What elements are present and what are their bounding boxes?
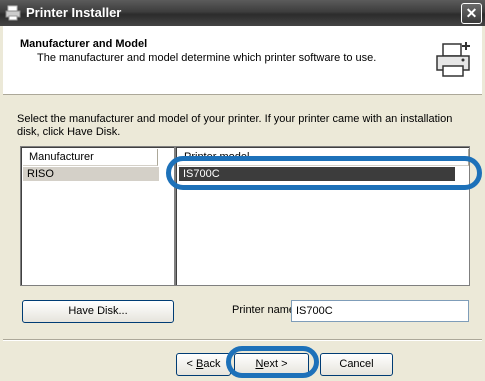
printer-add-icon bbox=[436, 42, 470, 77]
printer-name-label: Printer name: bbox=[232, 304, 299, 316]
instruction-text: Select the manufacturer and model of you… bbox=[17, 113, 453, 138]
cancel-button[interactable]: Cancel bbox=[320, 353, 393, 376]
manufacturer-column-header[interactable]: Manufacturer bbox=[23, 149, 158, 166]
header-subtitle: The manufacturer and model determine whi… bbox=[37, 52, 377, 64]
close-button[interactable]: ✕ bbox=[461, 3, 482, 24]
printer-installer-window: Printer Installer ✕ Manufacturer and Mod… bbox=[0, 0, 485, 381]
window-title: Printer Installer bbox=[26, 5, 122, 20]
manufacturer-list[interactable]: Manufacturer RISO bbox=[20, 146, 175, 286]
header-title: Manufacturer and Model bbox=[20, 38, 148, 50]
have-disk-button[interactable]: Have Disk... bbox=[22, 300, 174, 323]
list-item[interactable]: RISO bbox=[23, 167, 159, 181]
footer-divider bbox=[3, 339, 482, 341]
highlight-ring-next bbox=[226, 346, 319, 378]
title-bar[interactable]: Printer Installer ✕ bbox=[0, 0, 485, 26]
printer-name-field[interactable]: IS700C bbox=[291, 300, 469, 322]
close-icon: ✕ bbox=[465, 5, 478, 21]
highlight-ring-model bbox=[166, 156, 482, 190]
wizard-header: Manufacturer and Model The manufacturer … bbox=[3, 26, 482, 95]
printer-app-icon bbox=[5, 5, 21, 21]
back-button[interactable]: < Back bbox=[176, 353, 231, 376]
